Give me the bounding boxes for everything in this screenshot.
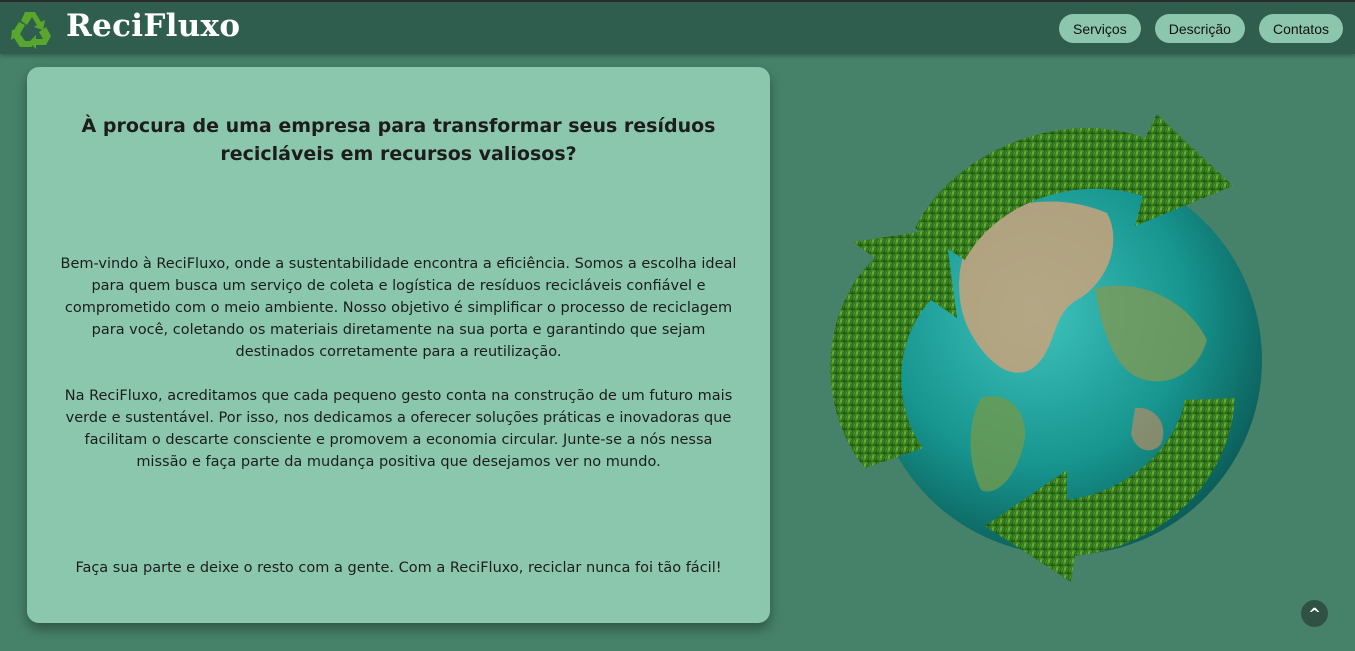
recycle-icon[interactable] — [10, 8, 54, 50]
intro-heading: À procura de uma empresa para transforma… — [81, 115, 716, 165]
brand-name[interactable]: ReciFluxo — [66, 8, 240, 44]
intro-tagline: Faça sua parte e deixe o resto com a gen… — [75, 560, 722, 576]
intro-paragraph-1: Bem-vindo à ReciFluxo, onde a sustentabi… — [60, 256, 737, 360]
nav-button-contatos[interactable]: Contatos — [1258, 14, 1343, 43]
nav-button-servicos[interactable]: Serviços — [1059, 14, 1141, 43]
intro-paragraph-2: Na ReciFluxo, acreditamos que cada peque… — [64, 388, 733, 470]
intro-card: À procura de uma empresa para transforma… — [27, 67, 770, 623]
nav-button-descricao[interactable]: Descrição — [1154, 14, 1245, 43]
main-nav: Serviços Descrição Contatos — [1059, 14, 1343, 43]
scroll-to-top-button[interactable]: ^ — [1301, 600, 1328, 627]
top-navbar: ReciFluxo Serviços Descrição Contatos — [0, 0, 1355, 54]
globe-recycle-illustration — [830, 114, 1262, 582]
